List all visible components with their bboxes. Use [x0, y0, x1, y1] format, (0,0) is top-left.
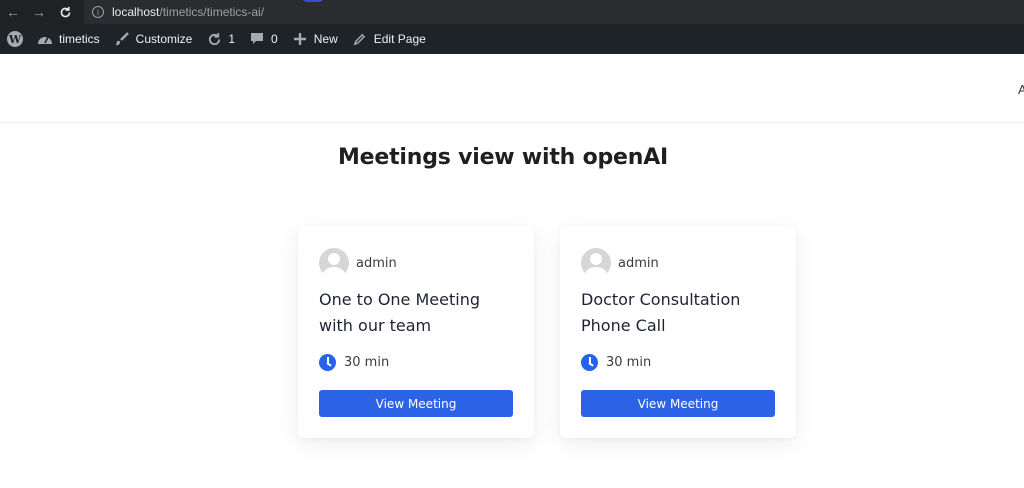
wp-logo-menu[interactable]: W — [0, 24, 30, 54]
address-bar[interactable]: i localhost /timetics/timetics-ai/ — [84, 0, 1024, 24]
meeting-card: admin One to One Meeting with our team 3… — [298, 226, 534, 438]
view-meeting-button[interactable]: View Meeting — [581, 390, 775, 417]
brush-icon — [114, 31, 130, 47]
back-arrow-icon[interactable]: ← — [0, 0, 26, 24]
browser-toolbar: ← → i localhost /timetics/timetics-ai/ — [0, 0, 1024, 24]
site-name-menu[interactable]: timetics — [30, 24, 107, 54]
meeting-duration: 30 min — [319, 353, 513, 371]
meeting-card: admin Doctor Consultation Phone Call 30 … — [560, 226, 796, 438]
meeting-author: admin — [581, 248, 775, 278]
updates-count: 1 — [228, 32, 236, 46]
avatar — [581, 248, 611, 278]
plus-icon — [292, 31, 308, 47]
header-menu-item[interactable]: A — [1018, 82, 1024, 97]
dashboard-gauge-icon — [37, 31, 53, 47]
author-name: admin — [618, 255, 659, 271]
site-name-label: timetics — [59, 32, 100, 46]
comments-count: 0 — [271, 32, 278, 46]
new-content-menu[interactable]: New — [285, 24, 345, 54]
meeting-title: Doctor Consultation Phone Call — [581, 290, 741, 335]
meeting-duration: 30 min — [581, 353, 775, 371]
customize-label: Customize — [135, 32, 193, 46]
wp-admin-bar: W timetics Customize 1 0 New Edit Page — [0, 24, 1024, 54]
updates-icon — [206, 31, 222, 47]
updates-menu[interactable]: 1 — [199, 24, 242, 54]
new-label: New — [313, 32, 338, 46]
duration-text: 30 min — [606, 354, 652, 370]
author-name: admin — [356, 255, 397, 271]
meeting-cards: admin One to One Meeting with our team 3… — [298, 226, 796, 438]
customize-menu[interactable]: Customize — [107, 24, 200, 54]
avatar — [319, 248, 349, 278]
view-meeting-button[interactable]: View Meeting — [319, 390, 513, 417]
wordpress-logo-icon: W — [7, 31, 23, 47]
meeting-title: One to One Meeting with our team — [319, 290, 480, 335]
edit-page-menu[interactable]: Edit Page — [345, 24, 433, 54]
clock-icon — [319, 353, 336, 371]
forward-arrow-icon[interactable]: → — [26, 0, 52, 24]
url-path: /timetics/timetics-ai/ — [159, 5, 265, 19]
comment-bubble-icon — [249, 31, 265, 47]
info-icon[interactable]: i — [92, 6, 104, 18]
site-header: A — [0, 54, 1024, 123]
page-title: Meetings view with openAI — [337, 145, 669, 170]
clock-icon — [581, 353, 598, 371]
edit-page-label: Edit Page — [373, 32, 426, 46]
duration-text: 30 min — [344, 354, 390, 370]
reload-icon[interactable] — [52, 0, 78, 24]
meeting-author: admin — [319, 248, 513, 278]
url-host: localhost — [112, 5, 160, 19]
pencil-icon — [352, 31, 368, 47]
comments-menu[interactable]: 0 — [242, 24, 285, 54]
